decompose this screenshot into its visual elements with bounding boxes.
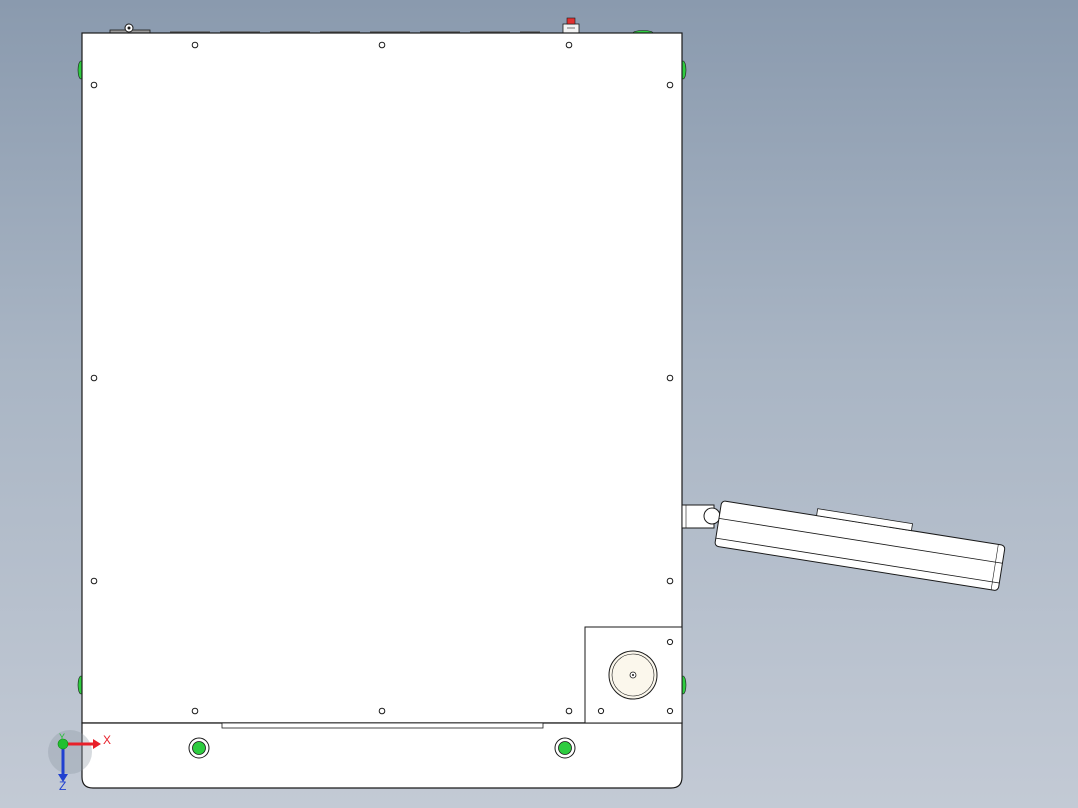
base-plate[interactable] (81, 722, 683, 789)
control-pendant[interactable] (714, 494, 1007, 591)
cad-viewport[interactable]: X Z Y (0, 0, 1078, 808)
screw-hole (90, 81, 98, 89)
screw-hole (378, 41, 386, 49)
main-panel[interactable] (81, 32, 683, 724)
pendant-arm[interactable] (681, 504, 721, 529)
screw-hole (666, 577, 674, 585)
screw-hole (90, 374, 98, 382)
screw-hole (666, 374, 674, 382)
z-axis-label: Z (59, 779, 66, 793)
screw-hole (191, 41, 199, 49)
screw-hole (191, 707, 199, 715)
screw-hole (565, 41, 573, 49)
screw-hole (378, 707, 386, 715)
y-axis-label: Y (59, 732, 65, 742)
motor-cover[interactable] (584, 626, 683, 724)
screw-hole (90, 577, 98, 585)
x-axis-label: X (103, 733, 111, 747)
screw-hole (565, 707, 573, 715)
screw-hole (666, 81, 674, 89)
drawing-canvas: X Z Y (48, 17, 1007, 793)
top-right-fitting (562, 17, 580, 34)
